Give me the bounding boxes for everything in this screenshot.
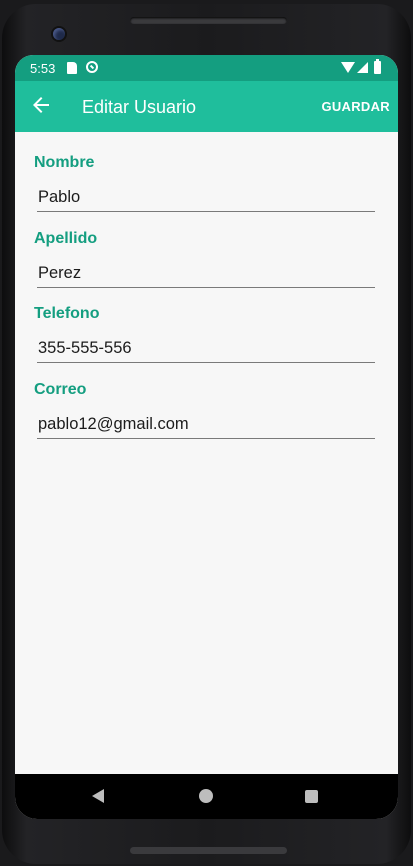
arrow-left-icon	[33, 97, 49, 113]
nav-back-icon[interactable]	[92, 789, 104, 803]
status-time: 5:53	[30, 61, 56, 76]
telefono-label: Telefono	[34, 305, 100, 322]
signal-icon	[357, 62, 368, 73]
nombre-label: Nombre	[34, 154, 95, 171]
apellido-input[interactable]	[37, 260, 375, 288]
device-frame: 5:53 Editar Usuario GUARDAR Nombre Apell…	[0, 0, 413, 866]
app-bar: Editar Usuario GUARDAR	[15, 81, 398, 132]
wifi-icon	[341, 62, 355, 73]
nombre-input[interactable]	[37, 184, 375, 212]
telefono-input[interactable]	[37, 335, 375, 363]
save-button[interactable]: GUARDAR	[321, 99, 390, 114]
status-bar: 5:53	[15, 55, 398, 81]
navigation-bar	[15, 774, 398, 819]
top-speaker	[130, 17, 287, 24]
sd-card-icon	[67, 62, 77, 74]
screen: 5:53 Editar Usuario GUARDAR Nombre Apell…	[15, 55, 398, 819]
correo-label: Correo	[34, 381, 87, 398]
battery-icon	[374, 59, 381, 74]
page-title: Editar Usuario	[82, 97, 197, 117]
nav-recents-icon[interactable]	[305, 790, 318, 803]
front-camera	[53, 28, 65, 40]
nav-home-icon[interactable]	[199, 789, 213, 803]
apellido-label: Apellido	[34, 230, 98, 247]
bottom-speaker	[130, 847, 287, 854]
correo-input[interactable]	[37, 411, 375, 439]
back-button[interactable]	[29, 93, 53, 117]
sync-icon	[86, 61, 98, 73]
